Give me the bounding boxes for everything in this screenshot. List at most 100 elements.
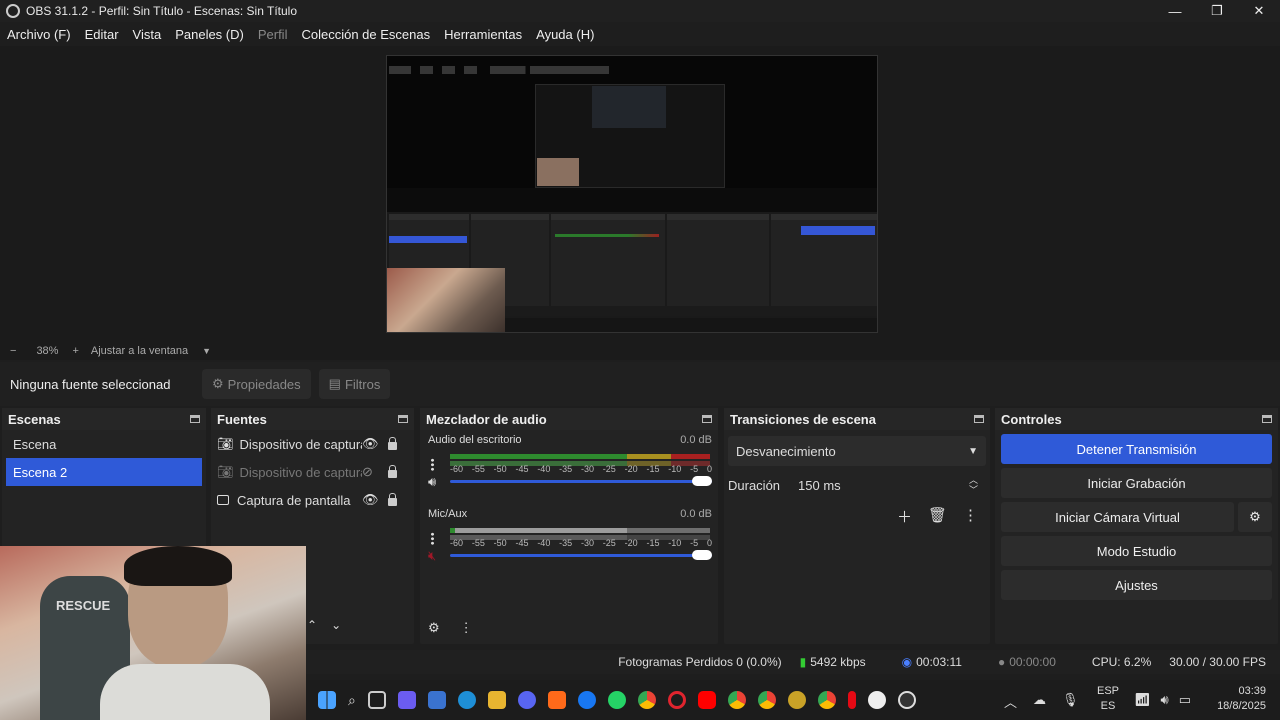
move-down-icon[interactable]: ⌄: [331, 618, 341, 632]
duration-spinbox[interactable]: 150 ms ︿ ﹀: [790, 470, 986, 500]
minimize-icon[interactable]: —: [1154, 0, 1196, 22]
start-recording-button[interactable]: Iniciar Grabación: [1001, 468, 1272, 498]
slider-knob[interactable]: [692, 550, 712, 560]
spin-arrows-icon[interactable]: ︿ ﹀: [969, 475, 978, 495]
obs-taskbar-icon[interactable]: [897, 691, 916, 709]
lock-icon[interactable]: [388, 493, 397, 506]
hair: [124, 546, 232, 586]
menu-perfil[interactable]: Perfil: [258, 27, 288, 42]
kebab-menu-icon[interactable]: [431, 532, 434, 545]
scene-item-selected[interactable]: Escena 2: [6, 458, 202, 486]
mixer-header: Mezclador de audio: [420, 408, 718, 430]
channel-db: 0.0 dB: [680, 434, 712, 446]
wifi-icon[interactable]: 📶︎: [1134, 692, 1151, 708]
zoom-dropdown-icon[interactable]: ▼: [202, 346, 211, 356]
volume-slider[interactable]: [450, 476, 712, 486]
opera-icon[interactable]: [667, 691, 686, 709]
zoom-out-button[interactable]: −: [10, 345, 16, 357]
duration-value: 150 ms: [798, 477, 841, 493]
copilot-icon[interactable]: [397, 691, 416, 709]
close-icon[interactable]: ✕: [1238, 0, 1280, 22]
eye-icon[interactable]: 👁︎: [362, 436, 379, 452]
microphone-icon[interactable]: 🎙︎: [1062, 692, 1079, 711]
whatsapp-icon[interactable]: [607, 691, 626, 709]
menu-paneles[interactable]: Paneles (D): [175, 27, 244, 42]
mini-meter: [555, 234, 659, 237]
app-white-icon[interactable]: [867, 691, 886, 709]
virtual-camera-settings-icon[interactable]: ⚙: [1238, 502, 1272, 532]
chrome-icon[interactable]: [727, 691, 746, 709]
lock-icon[interactable]: [388, 437, 397, 450]
stop-streaming-button[interactable]: Detener Transmisión: [1001, 434, 1272, 464]
filters-button[interactable]: ▤ Filtros: [318, 369, 391, 399]
float-dock-icon[interactable]: [702, 415, 712, 423]
menu-archivo[interactable]: Archivo (F): [7, 27, 71, 42]
menu-vista[interactable]: Vista: [133, 27, 162, 42]
volume-icon[interactable]: 🔊︎: [1161, 692, 1169, 708]
trash-icon[interactable]: 🗑︎: [928, 506, 947, 527]
source-item[interactable]: Captura de pantalla 👁︎: [211, 486, 414, 514]
language-indicator[interactable]: ESP ES: [1097, 684, 1119, 714]
search-icon[interactable]: ⌕: [348, 692, 356, 709]
float-dock-icon[interactable]: [1262, 415, 1272, 423]
settings-button[interactable]: Ajustes: [1001, 570, 1272, 600]
properties-button[interactable]: ⚙ Propiedades: [202, 369, 311, 399]
chevron-up-icon[interactable]: ︿: [1004, 692, 1017, 711]
camera-icon: 📷︎: [217, 436, 234, 451]
advanced-audio-icon[interactable]: ⚙: [428, 620, 440, 636]
source-toolbar: Ninguna fuente seleccionad ⚙ Propiedades …: [0, 362, 1280, 406]
add-icon[interactable]: ＋: [897, 506, 912, 527]
app-yellow-icon[interactable]: [787, 691, 806, 709]
discord-icon[interactable]: [517, 691, 536, 709]
speaker-icon[interactable]: 🔊︎: [428, 474, 436, 490]
kebab-menu-icon[interactable]: [431, 458, 434, 471]
meter-tick-label: -40: [537, 538, 551, 548]
maximize-icon[interactable]: ❐: [1196, 0, 1238, 22]
menu-ayuda[interactable]: Ayuda (H): [536, 27, 594, 42]
fit-window-label[interactable]: Ajustar a la ventana: [91, 345, 188, 357]
facebook-icon[interactable]: [577, 691, 596, 709]
battery-icon[interactable]: ▭: [1179, 692, 1191, 708]
menu-herramientas[interactable]: Herramientas: [444, 27, 522, 42]
eye-hidden-icon[interactable]: ⊘: [362, 464, 373, 480]
kebab-menu-icon[interactable]: ⋮: [460, 620, 473, 636]
source-item[interactable]: 📷︎ Dispositivo de captura de video 👁︎: [211, 430, 414, 458]
audio-meter: [450, 528, 710, 533]
float-dock-icon[interactable]: [398, 415, 408, 423]
source-item[interactable]: 📷︎ Dispositivo de captura de audio ⊘: [211, 458, 414, 486]
netflix-icon[interactable]: [847, 691, 856, 709]
transition-value: Desvanecimiento: [736, 443, 836, 459]
studio-mode-button[interactable]: Modo Estudio: [1001, 536, 1272, 566]
lock-icon[interactable]: [388, 465, 397, 478]
slider-knob[interactable]: [692, 476, 712, 486]
clock[interactable]: 03:39 18/8/2025: [1217, 684, 1266, 714]
scene-item[interactable]: Escena: [6, 430, 202, 458]
start-virtual-camera-button[interactable]: Iniciar Cámara Virtual: [1001, 502, 1234, 532]
meter-tick-label: -55: [471, 464, 485, 474]
mic-muted-icon[interactable]: 🔇︎: [428, 548, 436, 564]
edge-icon[interactable]: [457, 691, 476, 709]
task-view-icon[interactable]: [367, 691, 386, 709]
kebab-menu-icon[interactable]: ⋮: [963, 506, 978, 527]
menu-coleccion[interactable]: Colección de Escenas: [301, 27, 430, 42]
chrome-icon[interactable]: [637, 691, 656, 709]
transition-select[interactable]: Desvanecimiento ▼: [728, 436, 986, 466]
mixer-channel-mic: Mic/Aux 0.0 dB -60 -55 -50 -45 -40 -35 -30 -25-…: [420, 504, 718, 578]
file-explorer-icon[interactable]: [487, 691, 506, 709]
move-up-icon[interactable]: ⌃: [307, 618, 317, 632]
windows-start-icon[interactable]: [318, 691, 336, 709]
cloud-icon[interactable]: ☁: [1033, 692, 1046, 711]
duration-label: Duración: [728, 477, 781, 493]
eye-icon[interactable]: 👁︎: [362, 492, 379, 508]
app-orange-icon[interactable]: [547, 691, 566, 709]
store-icon[interactable]: [427, 691, 446, 709]
float-dock-icon[interactable]: [974, 415, 984, 423]
float-dock-icon[interactable]: [190, 415, 200, 423]
preview-canvas[interactable]: [386, 55, 878, 333]
zoom-in-button[interactable]: +: [72, 345, 78, 357]
chrome-icon[interactable]: [757, 691, 776, 709]
youtube-icon[interactable]: [697, 691, 716, 709]
chrome-icon[interactable]: [817, 691, 836, 709]
menu-editar[interactable]: Editar: [85, 27, 119, 42]
volume-slider[interactable]: [450, 550, 712, 560]
